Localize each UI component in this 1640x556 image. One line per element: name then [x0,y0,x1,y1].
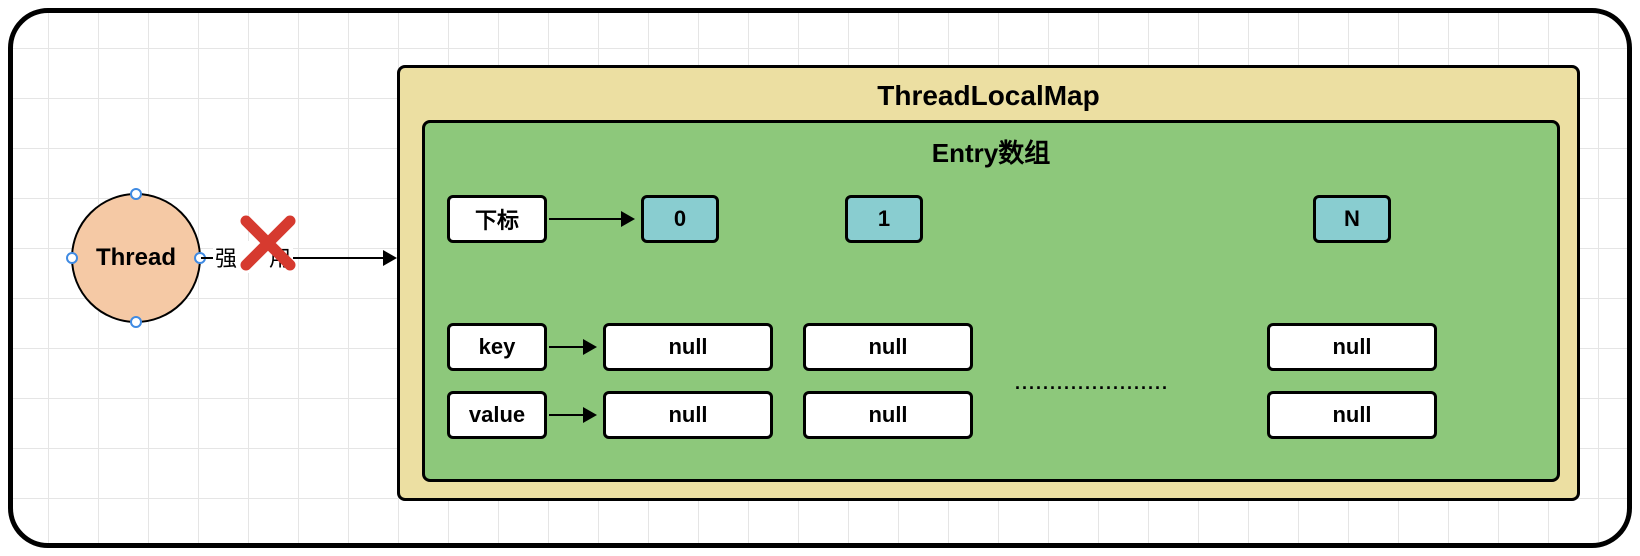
key-label-box: key [447,323,547,371]
thread-node: Thread [71,193,201,323]
key-cell-n: null [1267,323,1437,371]
resize-handle-left [66,252,78,264]
diagram-frame: Thread 强 用 ThreadLocalMap Entry数组 下标 0 [8,8,1632,548]
arrowhead-icon [583,339,597,355]
index-cell-0: 0 [641,195,719,243]
value-cell-0: null [603,391,773,439]
resize-handle-bottom [130,316,142,328]
ellipsis: ...................... [1015,373,1169,394]
entry-array-box: Entry数组 下标 0 1 N key null [422,120,1560,482]
value-cell-1: null [803,391,973,439]
arrowhead-icon [383,250,397,266]
key-cell-0: null [603,323,773,371]
value-cell-n: null [1267,391,1437,439]
arrow-line [549,346,587,348]
resize-handle-top [130,188,142,200]
map-title: ThreadLocalMap [400,80,1577,112]
arrowhead-icon [583,407,597,423]
index-cell-n: N [1313,195,1391,243]
arrowhead-icon [621,211,635,227]
index-cell-1: 1 [845,195,923,243]
value-label-box: value [447,391,547,439]
index-label-box: 下标 [447,195,547,243]
reference-label: 强 用 [213,241,293,273]
key-cell-1: null [803,323,973,371]
thread-label: Thread [96,244,176,272]
arrow-line [549,414,587,416]
arrow-line [549,218,625,220]
entry-title: Entry数组 [425,133,1557,170]
threadlocalmap-box: ThreadLocalMap Entry数组 下标 0 1 N key [397,65,1580,501]
